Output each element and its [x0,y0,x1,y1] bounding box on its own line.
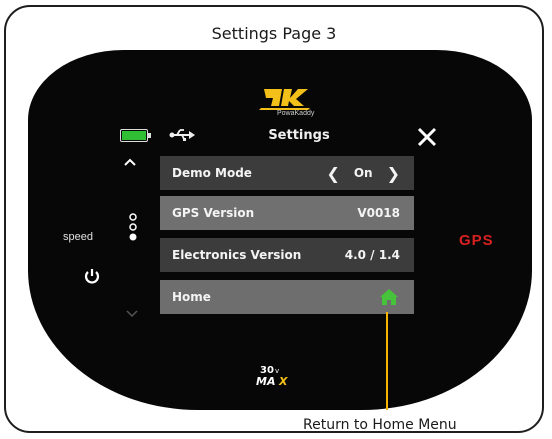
gps-label: GPS [459,232,494,249]
gps-version-row: GPS Version V0018 [160,196,414,230]
callout-label: Return to Home Menu [303,417,457,433]
close-icon[interactable] [416,126,438,148]
svg-text:MA: MA [256,375,275,388]
battery-icon [120,129,148,142]
home-label: Home [172,290,211,304]
demo-mode-value: On [353,166,373,180]
battery-level [122,131,146,140]
gps-version-value: V0018 [357,206,400,220]
usb-icon [169,129,195,141]
battery-tip [148,133,151,138]
home-row[interactable]: Home [160,280,414,314]
speed-label: speed [63,231,93,243]
callout-line [386,312,388,410]
chevron-down-icon[interactable] [125,309,139,319]
electronics-version-value: 4.0 / 1.4 [344,248,400,262]
model-badge-icon: 30 v MA X [256,365,288,388]
chevron-left-icon[interactable]: ❮ [326,164,339,183]
chevron-right-icon[interactable]: ❯ [387,164,400,183]
demo-mode-label: Demo Mode [172,166,252,180]
screen-title: Settings [268,128,330,143]
gps-version-label: GPS Version [172,206,255,220]
svg-text:X: X [278,375,288,388]
demo-mode-row[interactable]: Demo Mode ❮ On ❯ [160,156,414,190]
brand-text: PowaKaddy [277,110,315,117]
chevron-up-icon[interactable] [123,157,137,167]
page-title: Settings Page 3 [211,24,337,43]
pk-logo-icon [259,89,310,110]
demo-mode-control: ❮ On ❯ [326,164,400,183]
electronics-version-label: Electronics Version [172,248,302,262]
house-icon [380,289,398,305]
svg-text:v: v [275,367,279,375]
electronics-version-row: Electronics Version 4.0 / 1.4 [160,238,414,272]
power-icon[interactable] [83,267,101,285]
page-dots-icon [129,213,137,241]
